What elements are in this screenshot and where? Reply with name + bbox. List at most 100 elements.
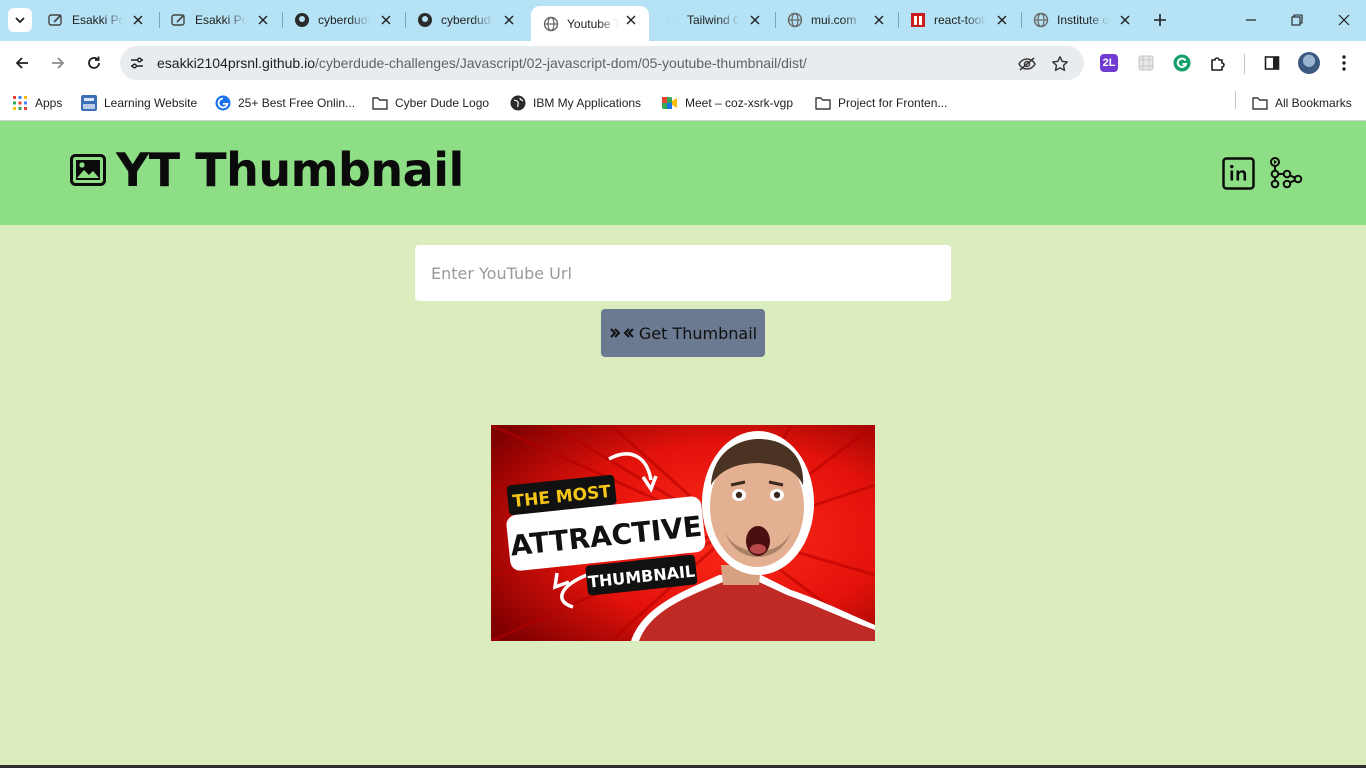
folder-icon — [372, 95, 388, 111]
extension-2l-icon[interactable]: 2L — [1100, 54, 1118, 72]
plus-icon — [1154, 14, 1166, 26]
close-window-button[interactable] — [1334, 10, 1354, 30]
blue-globe-icon — [215, 95, 231, 111]
tab-mui[interactable]: mui.com — [775, 6, 897, 34]
github-icon — [294, 12, 310, 28]
tab-title: Tailwind CSS — [687, 13, 739, 27]
css-grid-icon — [81, 95, 97, 111]
tab-title: Youtube Thumbnail — [567, 16, 619, 31]
page-content: YT Thumbnail Enter YouTube Url Get Thumb… — [0, 121, 1366, 768]
linkedin-link[interactable] — [1221, 156, 1255, 190]
more-menu-icon[interactable] — [1333, 52, 1355, 74]
youtube-url-input[interactable] — [415, 245, 951, 301]
close-icon[interactable] — [501, 12, 517, 28]
folder-icon — [815, 95, 831, 111]
bookmark-star-icon[interactable] — [1050, 54, 1070, 74]
address-bar[interactable]: esakki2104prsnl.github.io/cyberdude-chal… — [120, 46, 1084, 80]
url-host: esakki2104prsnl.github.io — [157, 55, 315, 71]
bookmark-label: Apps — [35, 96, 63, 110]
tab-search-button[interactable] — [8, 8, 32, 32]
tab-title: react-toolkit — [934, 13, 986, 27]
bookmark-meet[interactable]: Meet – coz-xsrk-vgp — [662, 93, 793, 113]
extensions-puzzle-icon[interactable] — [1207, 52, 1229, 74]
bookmark-project-for-frontend[interactable]: Project for Fronten... — [815, 93, 947, 113]
eye-off-icon[interactable] — [1017, 54, 1037, 74]
globe-icon — [1033, 12, 1049, 28]
close-icon[interactable] — [623, 12, 639, 28]
tab-title: Institute of — [1057, 13, 1109, 27]
tab-title: Esakki Portfolio — [195, 13, 247, 27]
minimize-icon — [1246, 19, 1256, 21]
tab-title: cyberdude-challenges — [318, 13, 370, 27]
git-link[interactable] — [1269, 156, 1303, 190]
brand: YT Thumbnail — [70, 143, 464, 197]
url-path: /cyberdude-challenges/Javascript/02-java… — [315, 55, 807, 71]
get-thumbnail-button[interactable]: Get Thumbnail — [601, 309, 765, 357]
grammarly-icon[interactable] — [1171, 52, 1193, 74]
chevron-down-icon — [15, 17, 25, 24]
close-icon[interactable] — [255, 12, 271, 28]
extension-grid-icon[interactable] — [1135, 52, 1157, 74]
globe-dark-icon — [510, 95, 526, 111]
tab-youtube-thumbnail[interactable]: Youtube Thumbnail — [531, 6, 649, 41]
bookmark-ibm-my-applications[interactable]: IBM My Applications — [510, 93, 641, 113]
arrow-right-icon — [52, 57, 65, 69]
bookmarks-divider — [1235, 91, 1236, 109]
side-panel-icon[interactable] — [1261, 52, 1283, 74]
close-icon — [1338, 14, 1350, 26]
bookmark-best-free-online[interactable]: 25+ Best Free Onlin... — [215, 93, 355, 113]
tab-tailwind[interactable]: Tailwind CSS — [651, 6, 773, 34]
page-title: YT Thumbnail — [116, 143, 464, 197]
close-icon[interactable] — [1117, 12, 1133, 28]
tab-react-toolkit[interactable]: react-toolkit — [898, 6, 1020, 34]
close-icon[interactable] — [378, 12, 394, 28]
tab-strip: Esakki Portfolio Esakki Portfolio cyberd… — [0, 0, 1366, 41]
pen-icon — [171, 12, 187, 28]
download-arrows-icon — [609, 326, 635, 340]
tab-esakki-portfolio-1[interactable]: Esakki Portfolio — [36, 6, 156, 34]
reload-button[interactable] — [83, 52, 105, 74]
tab-title: cyberdude-challenges — [441, 13, 493, 27]
git-branch-icon — [1270, 157, 1303, 189]
npm-icon — [910, 12, 926, 28]
restore-icon — [1291, 14, 1303, 26]
github-icon — [417, 12, 433, 28]
tab-title: Esakki Portfolio — [72, 13, 124, 27]
forward-button[interactable] — [47, 52, 69, 74]
meet-icon — [662, 95, 678, 111]
arrow-left-icon — [15, 57, 28, 69]
tailwind-icon — [663, 12, 679, 28]
all-bookmarks-button[interactable]: All Bookmarks — [1252, 93, 1352, 113]
tab-title: mui.com — [811, 13, 857, 27]
all-bookmarks-label: All Bookmarks — [1275, 96, 1352, 110]
globe-icon — [787, 12, 803, 28]
minimize-button[interactable] — [1241, 10, 1261, 30]
close-icon[interactable] — [747, 12, 763, 28]
tab-institute[interactable]: Institute of — [1021, 6, 1143, 34]
pen-icon — [48, 12, 64, 28]
get-thumbnail-label: Get Thumbnail — [638, 323, 758, 343]
site-settings-icon[interactable] — [128, 54, 146, 72]
reload-icon — [88, 56, 100, 69]
tab-cyberdude-2[interactable]: cyberdude-challenges — [405, 6, 527, 34]
bookmark-apps[interactable]: Apps — [12, 93, 62, 113]
close-icon[interactable] — [871, 12, 887, 28]
thumbnail-image: THE MOST ATTRACTIVE THUMBNAIL — [491, 425, 875, 641]
close-icon[interactable] — [130, 12, 146, 28]
linkedin-icon — [1221, 156, 1255, 190]
bookmark-cyber-dude-logo[interactable]: Cyber Dude Logo — [372, 93, 489, 113]
globe-icon — [543, 16, 559, 32]
bookmark-label: 25+ Best Free Onlin... — [238, 96, 356, 110]
bookmarks-bar: Apps Learning Website 25+ Best Free Onli… — [0, 85, 1366, 121]
tab-cyberdude-1[interactable]: cyberdude-challenges — [282, 6, 404, 34]
close-icon[interactable] — [994, 12, 1010, 28]
back-button[interactable] — [11, 52, 33, 74]
restore-button[interactable] — [1287, 10, 1307, 30]
bookmark-label: Learning Website — [104, 96, 198, 110]
toolbar-divider — [1244, 54, 1245, 74]
bookmark-learning-website[interactable]: Learning Website — [81, 93, 197, 113]
profile-avatar[interactable] — [1298, 52, 1320, 74]
new-tab-button[interactable] — [1150, 10, 1170, 30]
tab-esakki-portfolio-2[interactable]: Esakki Portfolio — [159, 6, 281, 34]
browser-toolbar: esakki2104prsnl.github.io/cyberdude-chal… — [0, 41, 1366, 85]
